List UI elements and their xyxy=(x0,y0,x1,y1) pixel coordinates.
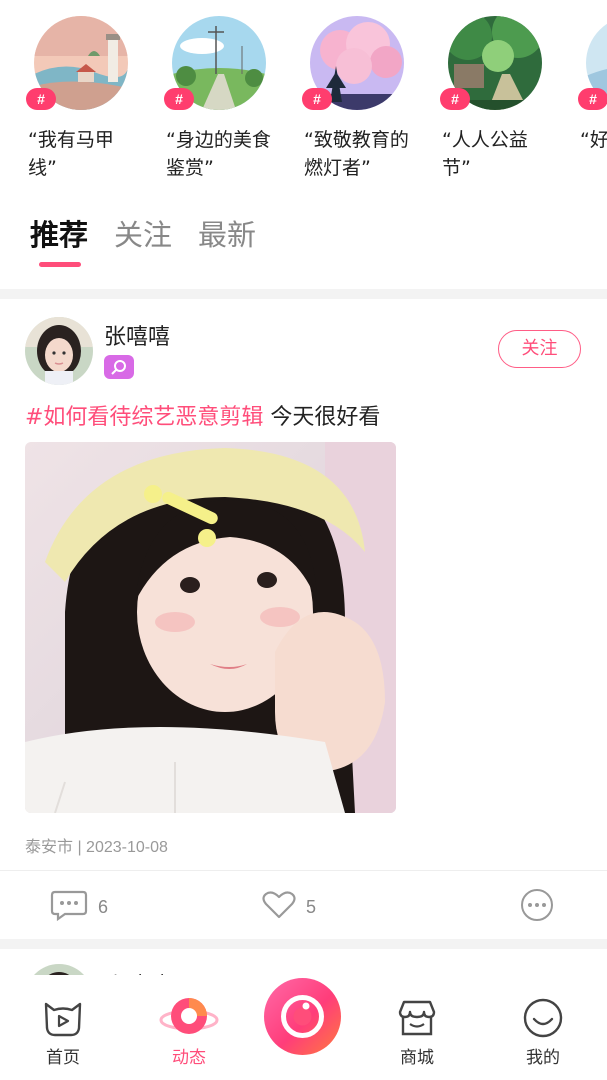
camera-icon xyxy=(281,995,324,1038)
camera-button[interactable] xyxy=(264,978,341,1055)
active-tab-indicator xyxy=(39,262,81,267)
section-divider xyxy=(0,939,607,949)
location-date: 泰安市 | 2023-10-08 xyxy=(25,839,168,856)
topic-label: “人人公益节” xyxy=(442,129,528,179)
hashtag-badge: # xyxy=(26,88,56,110)
nav-home[interactable]: 首页 xyxy=(18,997,108,1068)
planet-icon xyxy=(144,997,234,1039)
nav-label: 动态 xyxy=(172,1048,206,1068)
nav-label: 商城 xyxy=(400,1048,434,1068)
tab-following[interactable]: 关注 xyxy=(114,212,172,254)
hashtag-badge: # xyxy=(440,88,470,110)
store-icon xyxy=(372,997,462,1039)
like-count: 5 xyxy=(306,896,317,917)
hashtag-badge: # xyxy=(164,88,194,110)
post-text: #如何看待综艺恶意剪辑 今天很好看 xyxy=(25,399,380,431)
hashtag-badge: # xyxy=(578,88,607,110)
topic-label: “我有马甲线” xyxy=(28,129,114,179)
bottom-nav: 首页 动态 商城 我的 xyxy=(0,975,607,1080)
nav-label: 我的 xyxy=(526,1048,560,1068)
female-icon xyxy=(104,355,134,379)
more-icon xyxy=(520,888,554,926)
tab-latest[interactable]: 最新 xyxy=(198,212,256,254)
more-button[interactable] xyxy=(520,888,554,926)
topic-label: “身边的美食鉴赏” xyxy=(166,129,271,179)
nav-feed[interactable]: 动态 xyxy=(144,997,234,1068)
divider xyxy=(0,870,607,871)
post-hashtag[interactable]: #如何看待综艺恶意剪辑 xyxy=(25,405,263,430)
username[interactable]: 张嘻嘻 xyxy=(104,319,170,351)
topic-label: “好图鉴 xyxy=(580,129,607,151)
tab-recommend[interactable]: 推荐 xyxy=(30,212,88,254)
follow-button[interactable]: 关注 xyxy=(498,330,581,368)
heart-icon xyxy=(262,890,296,924)
topic-strip: # “我有马甲线” # “身边的美食鉴赏” # “致敬教育的燃灯者” # “人人… xyxy=(0,0,607,200)
section-divider xyxy=(0,289,607,299)
avatar[interactable] xyxy=(25,317,93,385)
topic-label: “致敬教育的燃灯者” xyxy=(304,129,409,179)
feed-post: 张嘻嘻 关注 #如何看待综艺恶意剪辑 今天很好看 泰安市 | 2023-10-0… xyxy=(0,299,607,939)
post-image[interactable] xyxy=(25,442,396,813)
hashtag-badge: # xyxy=(302,88,332,110)
nav-label: 首页 xyxy=(46,1048,80,1068)
cat-play-icon xyxy=(18,997,108,1039)
comment-icon xyxy=(50,889,88,925)
post-caption: 今天很好看 xyxy=(263,405,381,430)
smile-icon xyxy=(498,997,588,1039)
comment-count: 6 xyxy=(98,896,109,917)
nav-store[interactable]: 商城 xyxy=(372,997,462,1068)
like-button[interactable]: 5 xyxy=(262,891,316,923)
comment-button[interactable]: 6 xyxy=(50,889,109,925)
nav-profile[interactable]: 我的 xyxy=(498,997,588,1068)
